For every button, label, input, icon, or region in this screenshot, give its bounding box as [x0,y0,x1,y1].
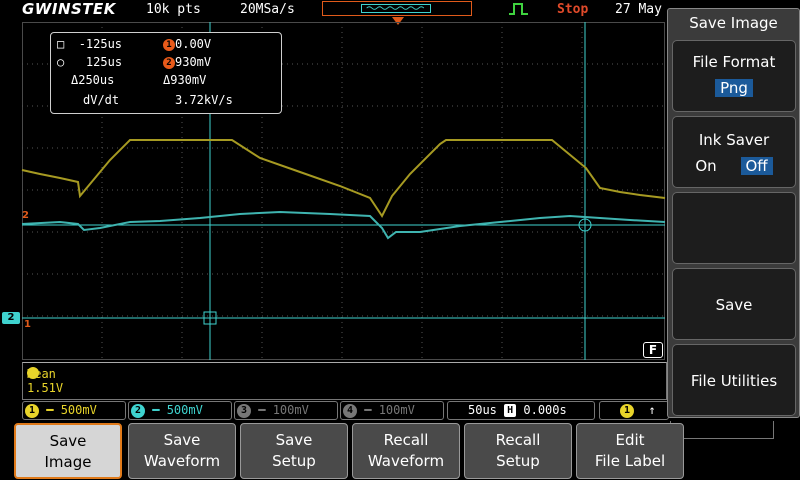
channel-status-bar: 1 ━ 500mV 2 ━ 500mV 3 ━ 100mV 4 ━ 100mV … [22,401,672,421]
file-format-value: Png [715,79,753,97]
softkey-line1: Recall [383,431,429,449]
ch2-level-marker[interactable]: 2 [22,210,29,221]
cursor1-time: -125us [78,37,123,51]
rate-label: dV/dt [83,93,120,107]
ch3-number: 3 [237,403,251,418]
circle-icon: ○ [57,55,65,69]
ch1-number: 1 [25,403,39,418]
ch1-status[interactable]: 1 ━ 500mV [22,401,126,420]
brand-logo: GWINSTEK [22,0,116,18]
ch4-scale: 100mV [378,403,415,417]
memory-overview-bar [322,1,472,16]
ch2-badge: 2 [163,56,175,69]
softkey-line2: Waveform [367,452,445,470]
measurement-bar: 1 Mean 1.51V [22,362,667,400]
file-format-button[interactable]: File Format Png [672,40,796,112]
ink-saver-off: Off [740,157,773,175]
dc-coupling-icon: ━ [46,403,54,417]
softkey-line1: Save [163,431,201,449]
horizontal-offset: 0.000s [523,403,567,417]
save-button[interactable]: Save [672,268,796,340]
softkey-line1: Recall [495,431,541,449]
run-state: Stop [557,2,589,17]
softkey-line1: Save [275,431,313,449]
save-label: Save [715,296,753,314]
cursor1-volt: 0.00V [175,37,212,51]
trigger-edge-icon [509,3,528,15]
side-menu-title: Save Image [689,14,778,32]
horizontal-position-icon: H [504,404,517,417]
cursor2-volt: 930mV [175,55,212,69]
side-menu: Save Image File Format Png Ink Saver On … [667,8,800,418]
sample-rate: 20MSa/s [240,2,295,17]
mean-text: Mean 1.51V [27,367,64,395]
softkey-edit-file-label[interactable]: Edit File Label [576,423,684,479]
softkey-save-setup[interactable]: Save Setup [240,423,348,479]
softkey-line2: Setup [496,452,540,470]
ch4-status[interactable]: 4 ━ 100mV [340,401,444,420]
dc-coupling-icon: ━ [364,403,372,417]
ch3-scale: 100mV [272,403,309,417]
ch2-ground-marker[interactable]: 2 [2,312,20,324]
date-display: 27 May [615,2,662,17]
rising-edge-icon: ↑ [648,403,656,417]
softkey-line2: Image [44,453,92,471]
softkey-line2: Setup [272,452,316,470]
ch1-level-marker[interactable]: 1 [24,319,31,330]
softkey-line1: Save [49,432,87,450]
softkey-bar: Save Image Save Waveform Save Setup Recall W… [14,423,686,480]
fine-mode-badge: F [643,342,663,358]
file-format-label: File Format [692,53,776,71]
cursor-readout-box: □ -125us ○ 125us Δ250us dV/dt 1 0.00V 2 93… [50,32,282,114]
softkey-line2: File Label [594,452,666,470]
ink-saver-button[interactable]: Ink Saver On Off [672,116,796,188]
overview-window [361,4,431,13]
softkey-recall-setup[interactable]: Recall Setup [464,423,572,479]
softkey-line1: Edit [615,431,645,449]
ch4-number: 4 [343,403,357,418]
ch1-badge: 1 [163,38,175,51]
ch1-scale: 500mV [60,403,97,417]
delta-time: Δ250us [71,73,115,87]
softkey-save-image[interactable]: Save Image [14,423,122,479]
delta-volt: Δ930mV [163,73,207,87]
ch2-number: 2 [131,403,145,418]
ch2-scale: 500mV [166,403,203,417]
status-bar: GWINSTEK 10k pts 20MSa/s Stop 27 May [0,0,668,25]
trigger-status[interactable]: 1 ↑ [599,401,669,420]
ink-saver-on: On [695,157,717,175]
timebase-status[interactable]: 50us H 0.000s [447,401,595,420]
file-utilities-label: File Utilities [690,372,778,390]
empty-side-button[interactable] [672,192,796,264]
trigger-source: 1 [620,403,634,418]
file-utilities-button[interactable]: File Utilities [672,344,796,416]
dc-coupling-icon: ━ [258,403,266,417]
record-length: 10k pts [146,2,201,17]
ink-saver-label: Ink Saver [698,131,770,149]
softkey-line2: Waveform [143,452,221,470]
ch3-status[interactable]: 3 ━ 100mV [234,401,338,420]
softkey-save-waveform[interactable]: Save Waveform [128,423,236,479]
rate-value: 3.72kV/s [175,93,233,107]
timebase-scale: 50us [468,403,497,417]
ch2-status[interactable]: 2 ━ 500mV [128,401,232,420]
square-icon: □ [57,37,65,51]
softkey-recall-waveform[interactable]: Recall Waveform [352,423,460,479]
cursor2-time: 125us [85,55,123,69]
dc-coupling-icon: ━ [152,403,160,417]
